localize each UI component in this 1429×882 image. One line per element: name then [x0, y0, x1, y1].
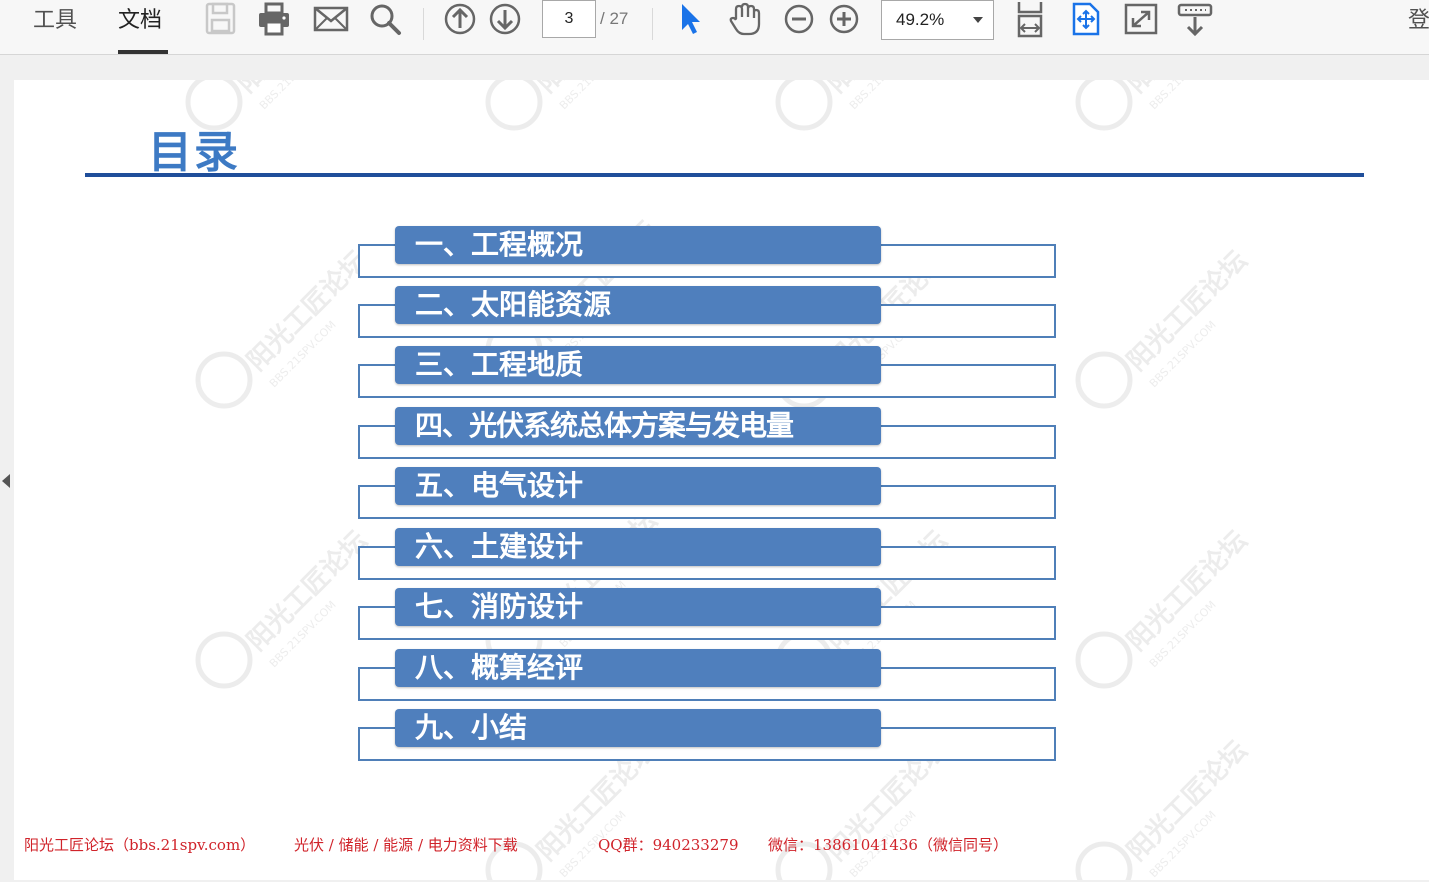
fullscreen-icon[interactable]	[1124, 3, 1158, 35]
toc-item[interactable]: 三、工程地质	[358, 346, 1058, 402]
watermark-badge: 阳光工匠论坛BBS.21SPV.COM	[1075, 735, 1254, 880]
toc-item[interactable]: 八、概算经评	[358, 649, 1058, 705]
zoom-in-icon[interactable]	[828, 3, 860, 35]
svg-text:阳光工匠论坛: 阳光工匠论坛	[1122, 735, 1254, 867]
toolbar: 工具 文档 3 / 27 49.2% 登	[0, 0, 1429, 55]
svg-text:BBS.21SPV.COM: BBS.21SPV.COM	[1147, 808, 1219, 880]
svg-text:BBS.21SPV.COM: BBS.21SPV.COM	[1147, 318, 1219, 390]
chevron-down-icon	[973, 17, 983, 23]
save-icon[interactable]	[205, 2, 237, 36]
search-icon[interactable]	[368, 2, 402, 36]
toc-item-label: 四、光伏系统总体方案与发电量	[395, 407, 881, 445]
svg-text:BBS.21SPV.COM: BBS.21SPV.COM	[257, 80, 329, 112]
svg-text:BBS.21SPV.COM: BBS.21SPV.COM	[1147, 80, 1219, 112]
toc-item-label: 三、工程地质	[395, 346, 881, 384]
footer-qq: QQ群：940233279	[598, 836, 739, 854]
svg-text:阳光工匠论坛: 阳光工匠论坛	[822, 80, 954, 99]
svg-text:阳光工匠论坛: 阳光工匠论坛	[242, 245, 374, 377]
email-icon[interactable]	[313, 4, 349, 34]
svg-text:阳光工匠论坛: 阳光工匠论坛	[232, 80, 364, 99]
toc-item[interactable]: 五、电气设计	[358, 467, 1058, 523]
svg-text:阳光工匠论坛: 阳光工匠论坛	[1122, 525, 1254, 657]
footer-wechat: 微信：13861041436（微信同号）	[768, 836, 1008, 854]
toc-item[interactable]: 一、工程概况	[358, 226, 1058, 282]
read-mode-icon[interactable]	[1177, 2, 1213, 38]
page-total: / 27	[600, 9, 629, 28]
watermark-badge: 阳光工匠论坛BBS.21SPV.COM	[1075, 80, 1254, 131]
zoom-select[interactable]: 49.2%	[881, 0, 994, 40]
toc-item-label: 六、土建设计	[395, 528, 881, 566]
toc-item-label: 五、电气设计	[395, 467, 881, 505]
toc-item-label: 九、小结	[395, 709, 881, 747]
svg-text:阳光工匠论坛: 阳光工匠论坛	[1122, 245, 1254, 377]
document-page[interactable]: 阳光工匠论坛 BBS.21SPV.COM 阳光工匠论坛 BBS.21SPV.COM 阳光…	[14, 80, 1429, 880]
fit-page-icon[interactable]	[1070, 2, 1102, 36]
toc-item[interactable]: 二、太阳能资源	[358, 286, 1058, 342]
svg-text:BBS.21SPV.COM: BBS.21SPV.COM	[557, 80, 629, 112]
fit-width-icon[interactable]	[1013, 0, 1047, 40]
tab-document[interactable]: 文档	[118, 4, 162, 40]
svg-text:BBS.21SPV.COM: BBS.21SPV.COM	[267, 598, 339, 670]
footer-topics: 光伏 / 储能 / 能源 / 电力资料下载	[294, 836, 518, 854]
watermark-badge: 阳光工匠论坛BBS.21SPV.COM	[195, 245, 374, 409]
select-cursor-icon[interactable]	[678, 2, 706, 36]
toc-item[interactable]: 七、消防设计	[358, 588, 1058, 644]
svg-text:BBS.21SPV.COM: BBS.21SPV.COM	[1147, 598, 1219, 670]
zoom-out-icon[interactable]	[783, 3, 815, 35]
hand-tool-icon[interactable]	[727, 1, 763, 37]
active-tab-indicator	[118, 50, 168, 54]
footer-site: 阳光工匠论坛（bbs.21spv.com）	[24, 836, 256, 854]
toc-item[interactable]: 六、土建设计	[358, 528, 1058, 584]
svg-text:BBS.21SPV.COM: BBS.21SPV.COM	[267, 318, 339, 390]
svg-text:阳光工匠论坛: 阳光工匠论坛	[242, 525, 374, 657]
svg-text:阳光工匠论坛: 阳光工匠论坛	[532, 80, 664, 99]
print-icon[interactable]	[257, 2, 291, 36]
watermark-badge: 阳光工匠论坛BBS.21SPV.COM	[1075, 245, 1254, 409]
toc-item-label: 一、工程概况	[395, 226, 881, 264]
toc-item-label: 二、太阳能资源	[395, 286, 881, 324]
watermark-badge: 阳光工匠论坛BBS.21SPV.COM	[485, 80, 664, 131]
svg-text:BBS.21SPV.COM: BBS.21SPV.COM	[847, 80, 919, 112]
next-page-icon[interactable]	[488, 2, 522, 36]
title-divider	[85, 173, 1364, 177]
watermark-badge: 阳光工匠论坛BBS.21SPV.COM	[775, 80, 954, 131]
toc-item-label: 七、消防设计	[395, 588, 881, 626]
toc-item[interactable]: 四、光伏系统总体方案与发电量	[358, 407, 1058, 463]
login-link[interactable]: 登	[1408, 4, 1429, 38]
watermark-badge: 阳光工匠论坛BBS.21SPV.COM	[1075, 525, 1254, 689]
toolbar-separator	[423, 8, 424, 40]
prev-page-icon[interactable]	[443, 2, 477, 36]
side-panel-toggle-icon[interactable]	[2, 474, 10, 488]
svg-text:阳光工匠论坛: 阳光工匠论坛	[1122, 80, 1254, 99]
tab-tools[interactable]: 工具	[33, 4, 77, 40]
watermark-badge: 阳光工匠论坛BBS.21SPV.COM	[195, 525, 374, 689]
zoom-value: 49.2%	[896, 10, 945, 29]
page-title: 目录	[148, 127, 240, 178]
toc-item-label: 八、概算经评	[395, 649, 881, 687]
page-number-input[interactable]: 3	[542, 0, 596, 38]
toc-item[interactable]: 九、小结	[358, 709, 1058, 765]
toolbar-separator	[652, 8, 653, 40]
